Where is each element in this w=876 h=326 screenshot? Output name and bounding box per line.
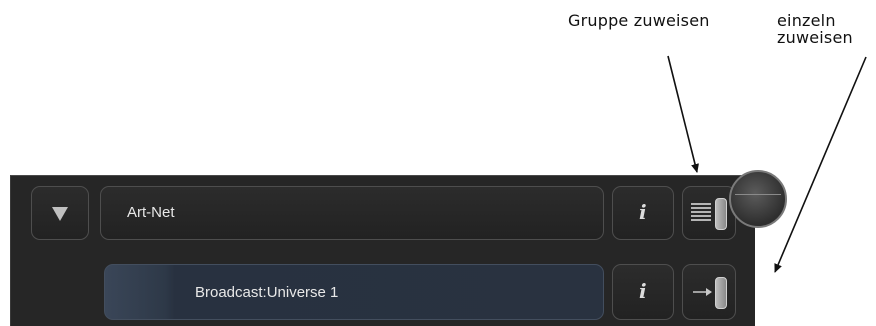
universe-row-broadcast[interactable]: Broadcast:Universe 1 (104, 264, 604, 320)
group-assign-arrow (667, 55, 699, 173)
slider-knob-icon (715, 198, 727, 230)
group-row-label: Art-Net (127, 204, 175, 221)
triangle-down-icon (52, 207, 68, 221)
single-assign-button[interactable] (682, 264, 736, 320)
collapse-button[interactable] (31, 186, 89, 240)
lines-slider-icon (691, 203, 711, 225)
info-icon: i (639, 200, 647, 224)
group-row-art-net[interactable]: Art-Net (100, 186, 604, 240)
universe-panel: Art-Net i Broadcast:Universe 1 i (10, 170, 787, 326)
group-assign-button[interactable] (682, 186, 736, 240)
single-assign-arrow (774, 56, 867, 273)
scroll-knob[interactable] (729, 170, 787, 228)
slider-knob-icon (715, 277, 727, 309)
universe-row-label: Broadcast:Universe 1 (195, 284, 339, 301)
universe-info-button[interactable]: i (612, 264, 674, 320)
arrow-to-bar-icon (693, 288, 712, 296)
info-icon: i (639, 279, 647, 303)
group-info-button[interactable]: i (612, 186, 674, 240)
